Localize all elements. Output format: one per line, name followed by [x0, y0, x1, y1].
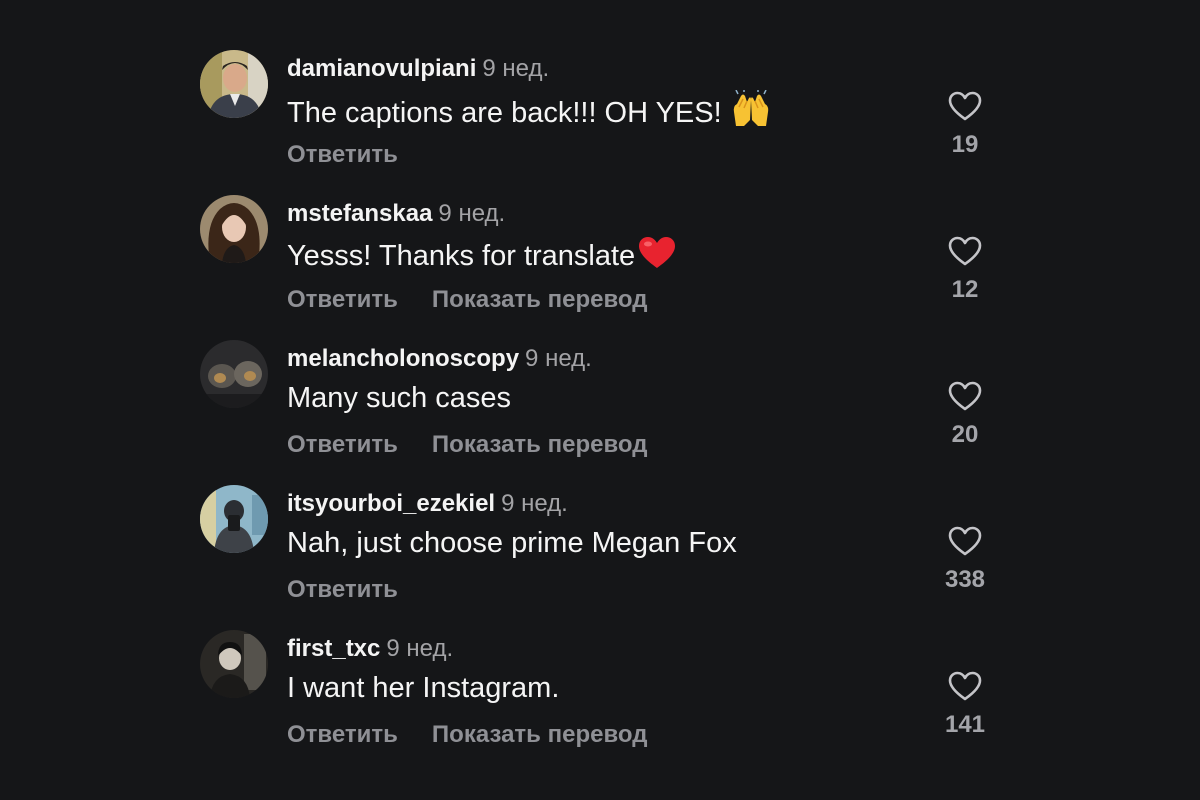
- username[interactable]: melancholonoscopy: [287, 345, 519, 372]
- comment-text-content: The captions are back!!! OH YES!: [287, 97, 722, 129]
- heart-icon[interactable]: [930, 525, 1000, 557]
- like-count: 12: [951, 276, 979, 303]
- raising-hands-emoji: [730, 89, 772, 137]
- comment-item: mstefanskaa 9 нед. Yesss! Thanks for tran…: [200, 195, 1000, 325]
- like-control: 20: [930, 380, 1000, 450]
- comment-text: Many such cases: [287, 380, 511, 416]
- timestamp: 9 нед.: [438, 200, 506, 227]
- heart-icon[interactable]: [930, 90, 1000, 122]
- comment-actions: Ответить Показать перевод: [287, 430, 647, 460]
- comment-actions: Ответить: [287, 575, 398, 605]
- timestamp: 9 нед.: [482, 55, 550, 82]
- comment-item: first_txc 9 нед. I want her Instagram. От…: [200, 630, 1000, 760]
- like-control: 19: [930, 90, 1000, 160]
- avatar[interactable]: [200, 340, 268, 408]
- comment-item: itsyourboi_ezekiel 9 нед. Nah, just choos…: [200, 485, 1000, 615]
- avatar[interactable]: [200, 50, 268, 118]
- comment-text-content: Nah, just choose prime Megan Fox: [287, 527, 737, 559]
- username[interactable]: itsyourboi_ezekiel: [287, 490, 495, 517]
- show-translation-button[interactable]: Показать перевод: [432, 431, 648, 458]
- username[interactable]: first_txc: [287, 635, 380, 662]
- comment-text-content: Many such cases: [287, 382, 512, 414]
- like-count: 141: [944, 711, 986, 738]
- comment-text-content: Yesss! Thanks for translate: [287, 240, 636, 272]
- show-translation-button[interactable]: Показать перевод: [432, 721, 648, 748]
- comment-meta: damianovulpiani 9 нед.: [287, 54, 549, 84]
- comment-item: damianovulpiani 9 нед. The captions are b…: [200, 50, 1000, 180]
- reply-button[interactable]: Ответить: [287, 141, 398, 168]
- reply-button[interactable]: Ответить: [287, 576, 398, 603]
- avatar[interactable]: [200, 485, 268, 553]
- comment-actions: Ответить Показать перевод: [287, 285, 647, 315]
- timestamp: 9 нед.: [386, 635, 454, 662]
- comment-text: Yesss! Thanks for translate: [287, 235, 677, 280]
- reply-button[interactable]: Ответить: [287, 721, 398, 748]
- timestamp: 9 нед.: [525, 345, 592, 372]
- avatar[interactable]: [200, 630, 268, 698]
- like-count: 338: [944, 566, 986, 593]
- avatar[interactable]: [200, 195, 268, 263]
- reply-button[interactable]: Ответить: [287, 431, 398, 458]
- like-count: 20: [951, 421, 979, 448]
- reply-button[interactable]: Ответить: [287, 286, 398, 313]
- comment-text-content: I want her Instagram.: [287, 672, 560, 704]
- comment-actions: Ответить Показать перевод: [287, 720, 647, 750]
- heart-icon[interactable]: [930, 380, 1000, 412]
- heart-icon[interactable]: [930, 670, 1000, 702]
- red-heart-emoji: [637, 235, 677, 280]
- like-control: 338: [930, 525, 1000, 595]
- comment-text: Nah, just choose prime Megan Fox: [287, 525, 737, 561]
- username[interactable]: damianovulpiani: [287, 55, 476, 82]
- like-control: 141: [930, 670, 1000, 740]
- username[interactable]: mstefanskaa: [287, 200, 432, 227]
- comment-item: melancholonoscopy 9 нед. Many such cases …: [200, 340, 1000, 470]
- comment-meta: mstefanskaa 9 нед.: [287, 199, 505, 229]
- timestamp: 9 нед.: [501, 490, 568, 517]
- comment-meta: itsyourboi_ezekiel 9 нед.: [287, 489, 568, 519]
- comment-text: The captions are back!!! OH YES!: [287, 89, 772, 137]
- heart-icon[interactable]: [930, 235, 1000, 267]
- show-translation-button[interactable]: Показать перевод: [432, 286, 648, 313]
- like-count: 19: [951, 131, 979, 158]
- like-control: 12: [930, 235, 1000, 305]
- comment-text: I want her Instagram.: [287, 670, 559, 706]
- comment-meta: melancholonoscopy 9 нед.: [287, 344, 592, 374]
- comment-actions: Ответить: [287, 140, 398, 170]
- comment-meta: first_txc 9 нед.: [287, 634, 453, 664]
